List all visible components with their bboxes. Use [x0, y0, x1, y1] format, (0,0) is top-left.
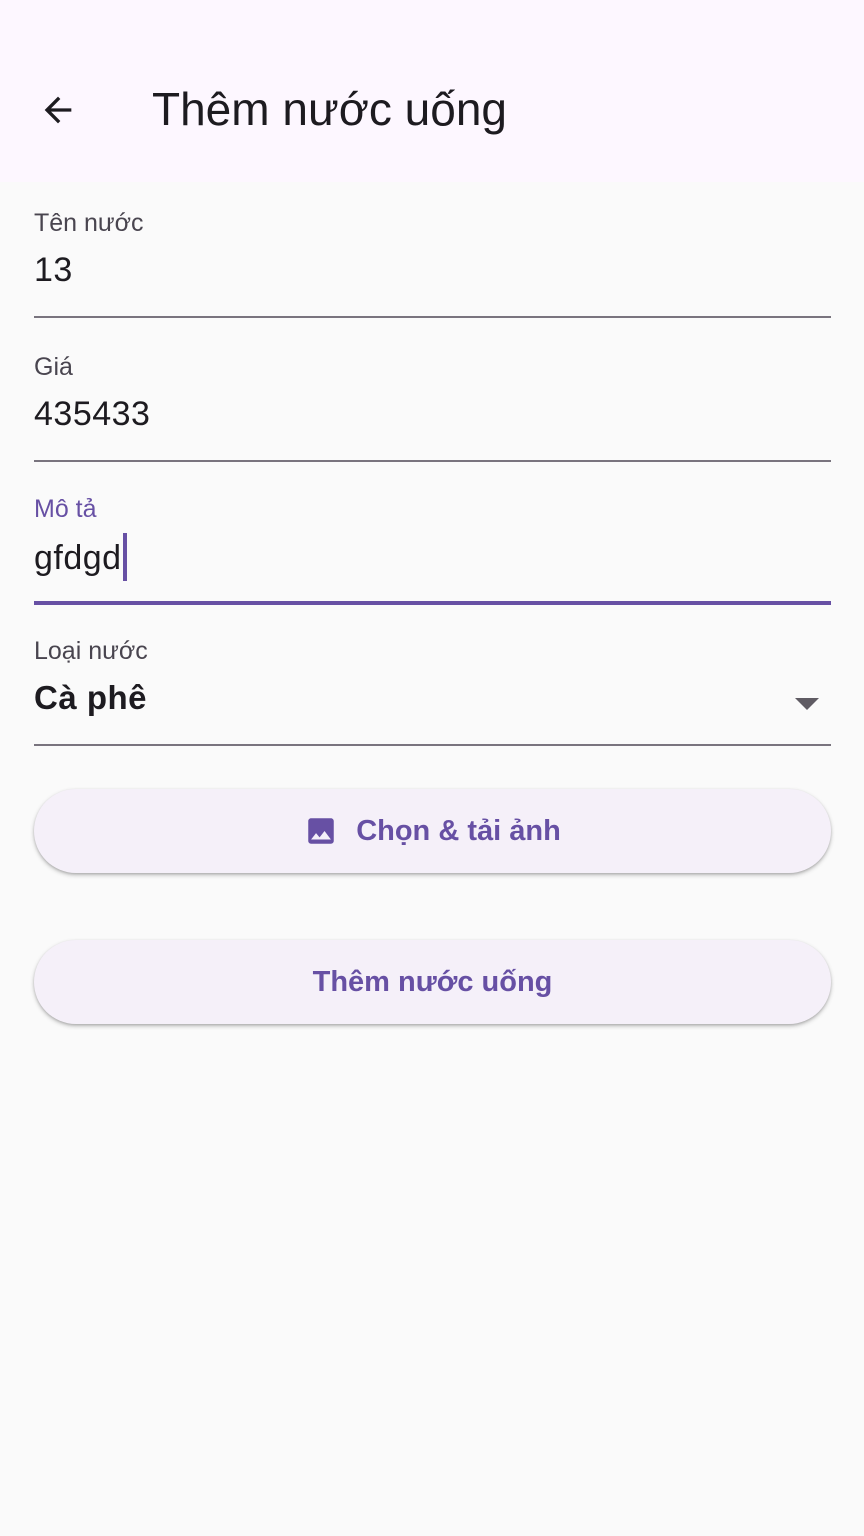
description-value: gfdgd [34, 538, 122, 577]
type-dropdown[interactable]: Loại nước Cà phê [34, 636, 831, 746]
type-label: Loại nước [34, 637, 148, 665]
dropdown-arrow-icon[interactable] [795, 698, 819, 710]
type-underline [34, 744, 831, 746]
page-title: Thêm nước uống [152, 83, 508, 135]
add-drink-button[interactable]: Thêm nước uống [34, 940, 831, 1024]
add-button-label: Thêm nước uống [312, 965, 553, 998]
description-label: Mô tả [34, 495, 97, 523]
arrow-back-icon [44, 96, 72, 124]
text-cursor [122, 533, 127, 581]
price-input[interactable]: 435433 [34, 394, 150, 434]
description-underline [34, 601, 831, 605]
description-input[interactable]: gfdgd [34, 533, 127, 584]
name-input[interactable]: 13 [34, 250, 73, 290]
name-underline [34, 316, 831, 318]
price-field[interactable]: Giá 435433 [34, 352, 831, 462]
description-field[interactable]: Mô tả gfdgd [34, 494, 831, 605]
back-button[interactable] [20, 72, 96, 148]
name-field[interactable]: Tên nước 13 [34, 208, 831, 318]
type-selected-value[interactable]: Cà phê [34, 678, 147, 718]
price-label: Giá [34, 353, 73, 381]
name-label: Tên nước [34, 209, 144, 237]
price-underline [34, 460, 831, 462]
image-icon [304, 814, 338, 848]
upload-image-button[interactable]: Chọn & tải ảnh [34, 789, 831, 873]
upload-button-label: Chọn & tải ảnh [356, 814, 561, 847]
app-bar: Thêm nước uống [0, 0, 864, 182]
